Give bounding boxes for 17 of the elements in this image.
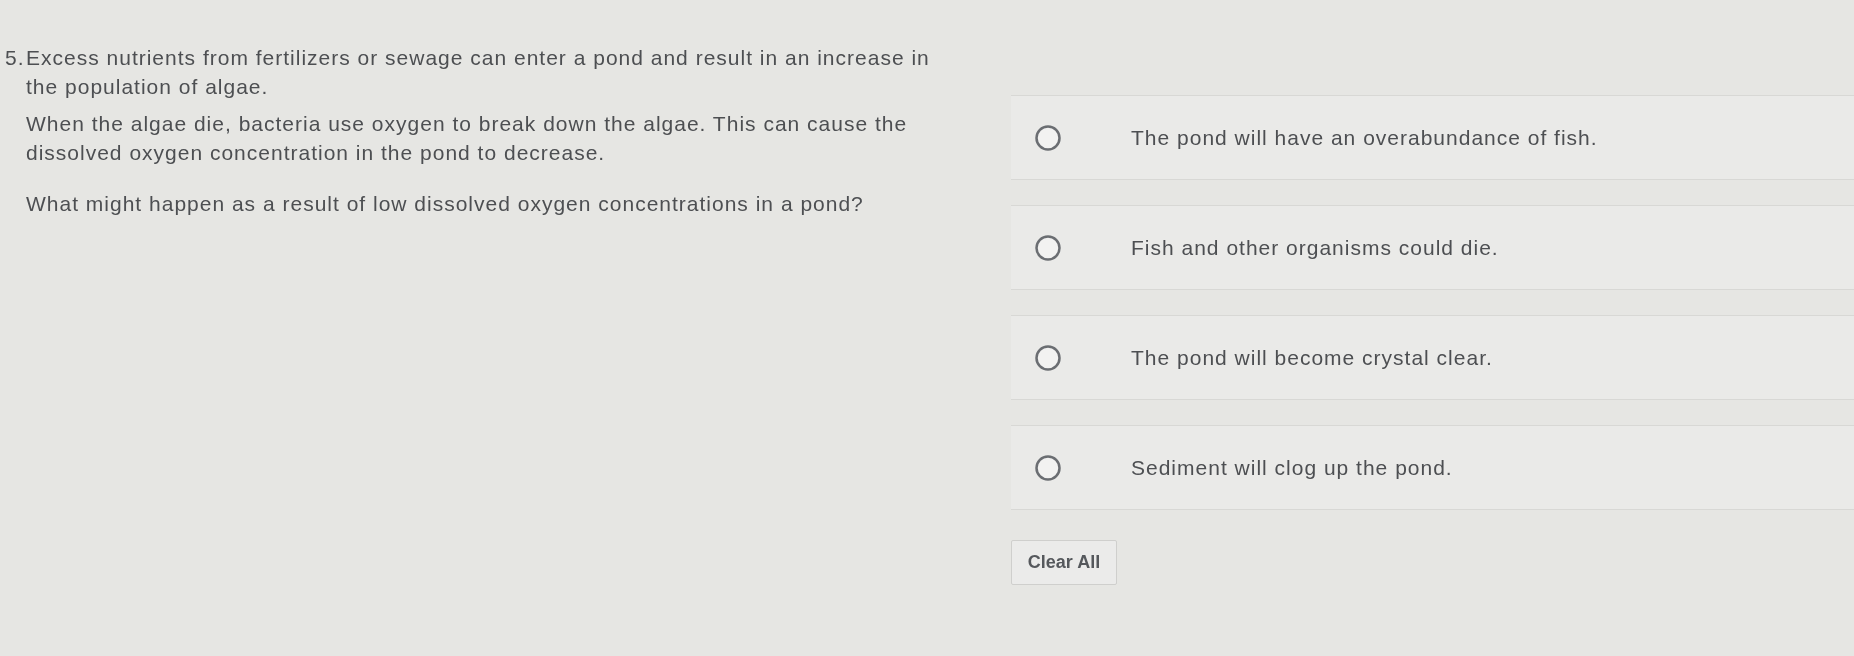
option-label: The pond will have an overabundance of fish. <box>1131 125 1598 151</box>
clear-all-button[interactable]: Clear All <box>1011 540 1117 585</box>
option-label: Fish and other organisms could die. <box>1131 235 1499 261</box>
radio-button[interactable] <box>1035 454 1061 481</box>
radio-button[interactable] <box>1035 124 1061 151</box>
question-prompt: What might happen as a result of low dissolved oxygen concentrations in a pond? <box>26 191 865 217</box>
answer-option[interactable]: The pond will become crystal clear. <box>1011 315 1854 400</box>
question-text: When the algae die, bacteria use oxygen to break down the algae. This can cause the dissolved oxygen concentration in the pond to decrease. <box>26 111 909 166</box>
answer-option[interactable]: Sediment will clog up the pond. <box>1011 425 1854 510</box>
option-label: The pond will become crystal clear. <box>1131 345 1493 371</box>
option-label: Sediment will clog up the pond. <box>1131 455 1453 481</box>
answer-option[interactable]: The pond will have an overabundance of fish. <box>1011 95 1854 180</box>
answer-option[interactable]: Fish and other organisms could die. <box>1011 205 1854 290</box>
radio-button[interactable] <box>1035 344 1061 371</box>
radio-button[interactable] <box>1035 234 1061 261</box>
question-number: 5. <box>5 45 26 71</box>
question-text: Excess nutrients from fertilizers or sewage can enter a pond and result in an increase in the population of algae. <box>26 45 931 100</box>
